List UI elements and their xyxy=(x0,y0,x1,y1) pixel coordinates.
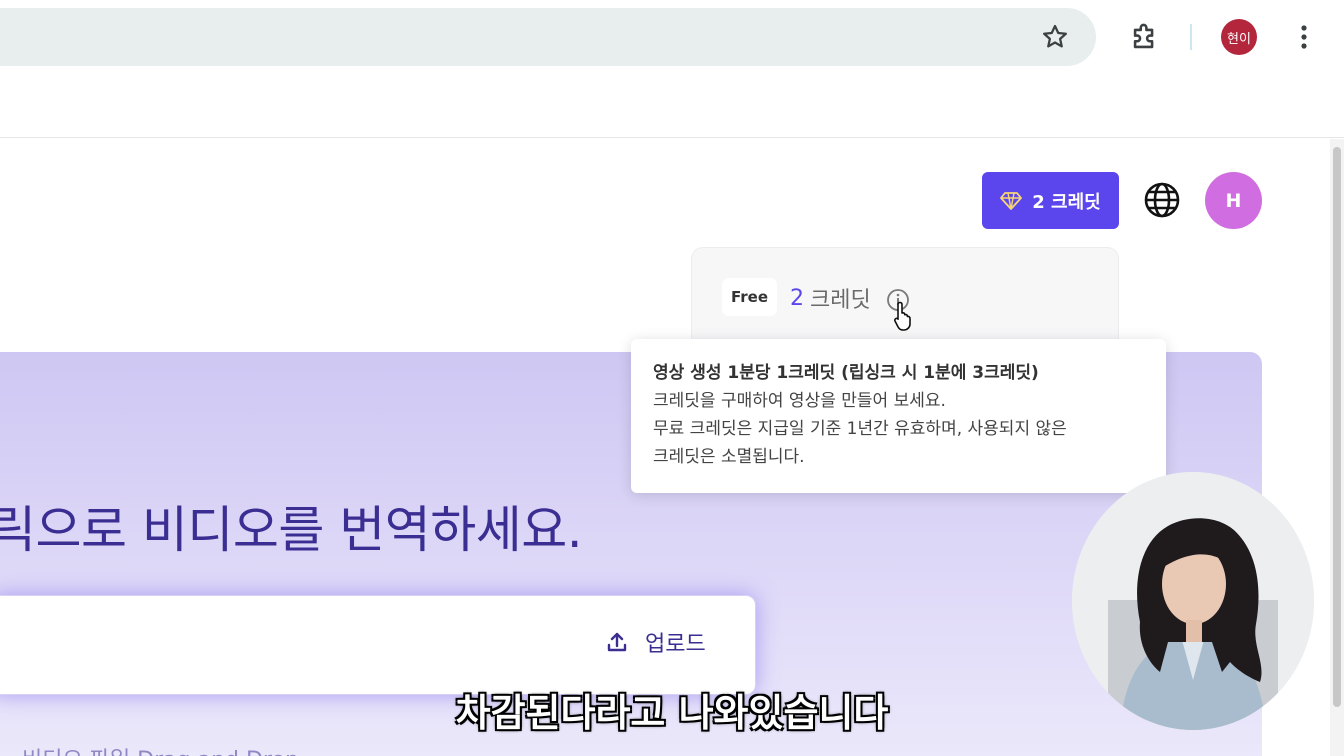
credit-info-tooltip: 영상 생성 1분당 1크레딧 (립싱크 시 1분에 3크레딧) 크레딧을 구매하… xyxy=(631,339,1166,493)
address-bar[interactable] xyxy=(0,8,1096,66)
plan-badge: Free xyxy=(722,278,778,316)
credit-count: 2 xyxy=(790,285,804,311)
globe-language-icon[interactable] xyxy=(1142,180,1182,220)
browser-toolbar: 현이 xyxy=(0,0,1344,76)
tooltip-line: 무료 크레딧은 지급일 기준 1년간 유효하며, 사용되지 않은 xyxy=(653,419,1067,439)
bookmarks-bar xyxy=(0,76,1344,138)
upload-dropzone[interactable]: 업로드 xyxy=(0,595,756,695)
credits-button-label: 2 크레딧 xyxy=(1032,191,1101,213)
hero-title: 릭으로 비디오를 번역하세요. xyxy=(0,501,583,559)
tooltip-line: 영상 생성 1분당 1크레딧 (립싱크 시 1분에 3크레딧) xyxy=(653,363,1039,383)
video-caption: 차감된다라고 나와있습니다 xyxy=(455,691,889,735)
scrollbar[interactable] xyxy=(1330,139,1344,756)
drag-drop-hint: 비디오 파일 Drag and Drop xyxy=(22,742,299,756)
tooltip-line: 크레딧을 구매하여 영상을 만들어 보세요. xyxy=(653,391,946,411)
user-avatar[interactable]: H xyxy=(1205,172,1262,229)
upload-button[interactable]: 업로드 xyxy=(605,626,706,658)
credit-unit: 크레딧 xyxy=(810,288,871,313)
upload-icon xyxy=(607,632,627,652)
credits-button[interactable]: 2 크레딧 xyxy=(982,172,1119,229)
upload-label: 업로드 xyxy=(645,632,706,657)
browser-profile-avatar[interactable]: 현이 xyxy=(1221,19,1257,55)
extensions-puzzle-icon[interactable] xyxy=(1128,20,1162,54)
bookmark-star-icon[interactable] xyxy=(1040,22,1070,52)
scrollbar-thumb[interactable] xyxy=(1333,147,1341,707)
credit-balance: 2 크레딧 xyxy=(790,282,871,314)
diamond-icon xyxy=(1000,191,1023,210)
hand-cursor-icon xyxy=(894,301,911,331)
toolbar-separator xyxy=(1190,24,1192,50)
more-menu-icon[interactable] xyxy=(1292,20,1316,54)
tooltip-line: 크레딧은 소멸됩니다. xyxy=(653,447,805,467)
